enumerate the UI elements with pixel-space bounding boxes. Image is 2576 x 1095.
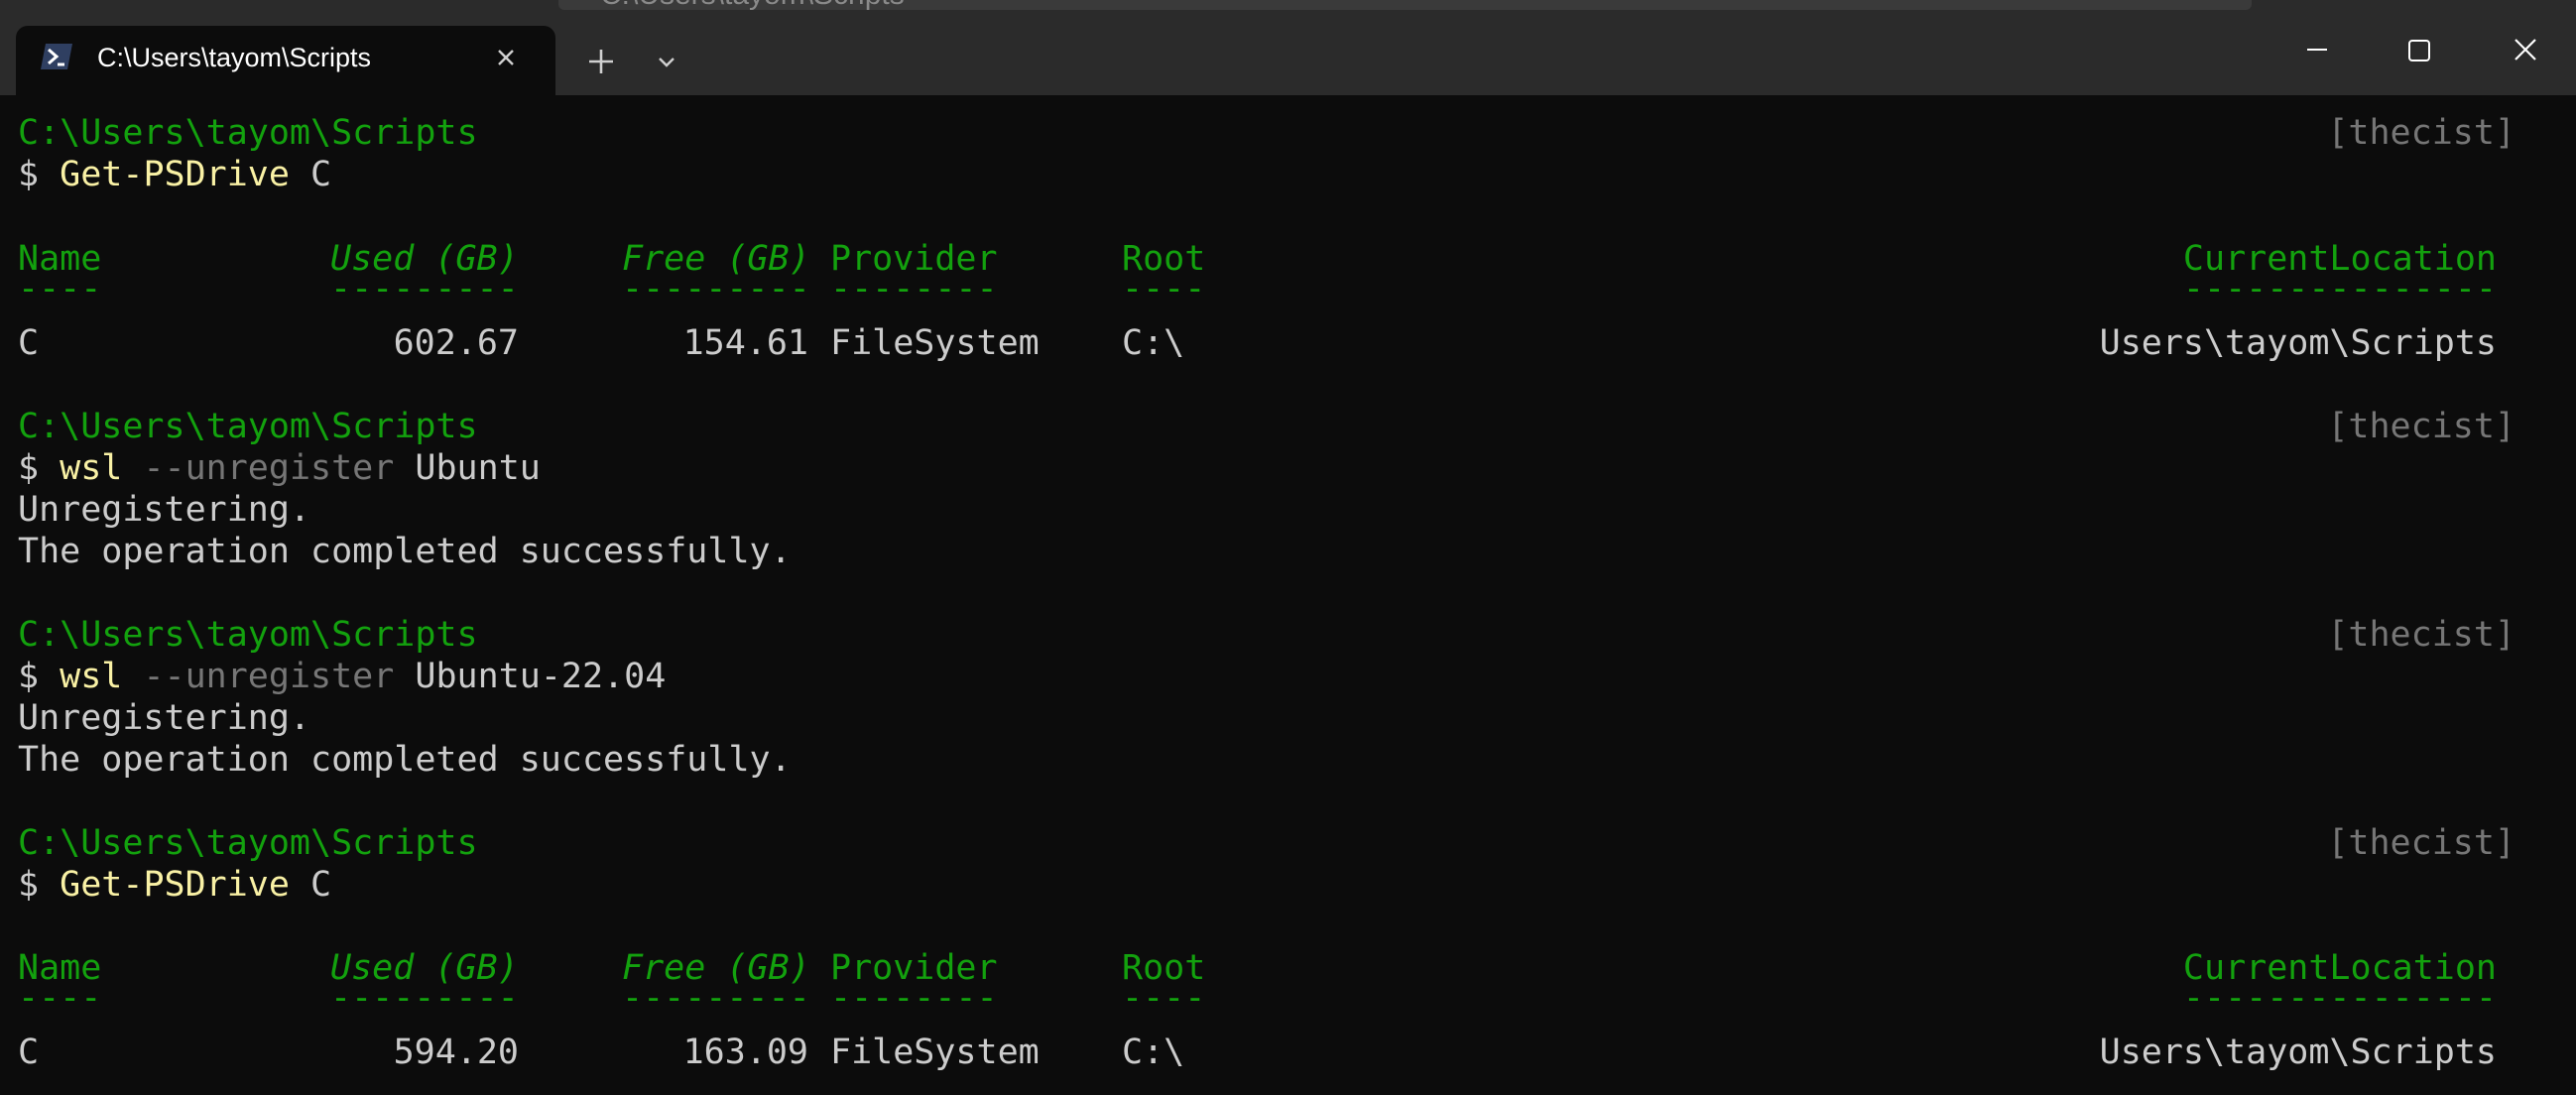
output-line: Unregistering. [18,698,311,738]
prompt-symbol: $ [18,865,40,905]
table-underline: -------- [830,269,998,308]
table-underline: -------- [830,978,998,1018]
table-underline: --------- [330,978,519,1018]
prompt-tag: [thecist] [2327,823,2515,863]
close-icon[interactable] [488,40,524,75]
prompt-symbol: $ [18,657,40,696]
command-name: wsl [60,448,123,488]
prompt-symbol: $ [18,448,40,488]
output-line: The operation completed successfully. [18,740,792,780]
table-underline: ---- [18,978,102,1018]
output-line: The operation completed successfully. [18,532,792,571]
tab-powershell[interactable]: C:\Users\tayom\Scripts [16,26,555,95]
terminal-output[interactable]: C:\Users\tayom\Scripts [thecist] $ Get-P… [0,95,2576,1095]
terminal-window: C:\Users\tayom\Scripts C:\Users\tayom\Sc… [0,0,2576,1095]
ghost-window-strip: C:\Users\tayom\Scripts [558,0,2252,10]
minimize-icon[interactable] [2281,14,2353,85]
ghost-window-title: C:\Users\tayom\Scripts [600,0,905,10]
table-underline: ---- [18,269,102,308]
table-cell: C [18,323,40,363]
prompt-tag: [thecist] [2327,407,2515,446]
prompt-path: C:\Users\tayom\Scripts [18,113,478,153]
command-param: --unregister [143,657,395,696]
prompt-tag: [thecist] [2327,615,2515,655]
table-cell: C:\ [1122,1033,1185,1072]
tab-title: C:\Users\tayom\Scripts [97,43,372,72]
table-underline: ---- [1122,269,1206,308]
command-arg: C [310,865,332,905]
chevron-down-icon[interactable] [645,40,688,83]
table-underline: --------- [622,269,810,308]
maximize-icon[interactable] [2383,14,2454,85]
output-line: Unregistering. [18,490,311,530]
command-name: Get-PSDrive [60,865,290,905]
plus-icon[interactable] [575,38,627,83]
command-arg: Ubuntu-22.04 [415,657,667,696]
close-icon[interactable] [2486,14,2565,85]
command-name: Get-PSDrive [60,155,290,194]
title-bar[interactable]: C:\Users\tayom\Scripts C:\Users\tayom\Sc… [0,0,2576,95]
prompt-tag: [thecist] [2327,113,2515,153]
table-cell: 154.61 [682,323,808,363]
command-name: wsl [60,657,123,696]
prompt-path: C:\Users\tayom\Scripts [18,407,478,446]
table-underline: ---- [1122,978,1206,1018]
table-cell: 594.20 [393,1033,519,1072]
command-line: $ Get-PSDrive C [18,154,331,195]
powershell-icon [41,44,72,69]
table-cell: 602.67 [393,323,519,363]
command-line: $ wsl --unregister Ubuntu-22.04 [18,656,666,697]
table-cell: FileSystem [830,1033,1040,1072]
command-line: $ wsl --unregister Ubuntu [18,447,541,489]
command-arg: Ubuntu [415,448,541,488]
prompt-symbol: $ [18,155,40,194]
command-param: --unregister [143,448,395,488]
table-cell: 163.09 [682,1033,808,1072]
table-cell: C [18,1033,40,1072]
command-arg: C [310,155,332,194]
table-cell: Users\tayom\Scripts [2099,1033,2497,1072]
table-cell: Users\tayom\Scripts [2099,323,2497,363]
table-cell: C:\ [1122,323,1185,363]
table-underline: --------- [330,269,519,308]
table-cell: FileSystem [830,323,1040,363]
prompt-path: C:\Users\tayom\Scripts [18,615,478,655]
table-underline: --------------- [2182,978,2497,1018]
table-underline: --------- [622,978,810,1018]
command-line: $ Get-PSDrive C [18,864,331,906]
table-underline: --------------- [2182,269,2497,308]
prompt-path: C:\Users\tayom\Scripts [18,823,478,863]
